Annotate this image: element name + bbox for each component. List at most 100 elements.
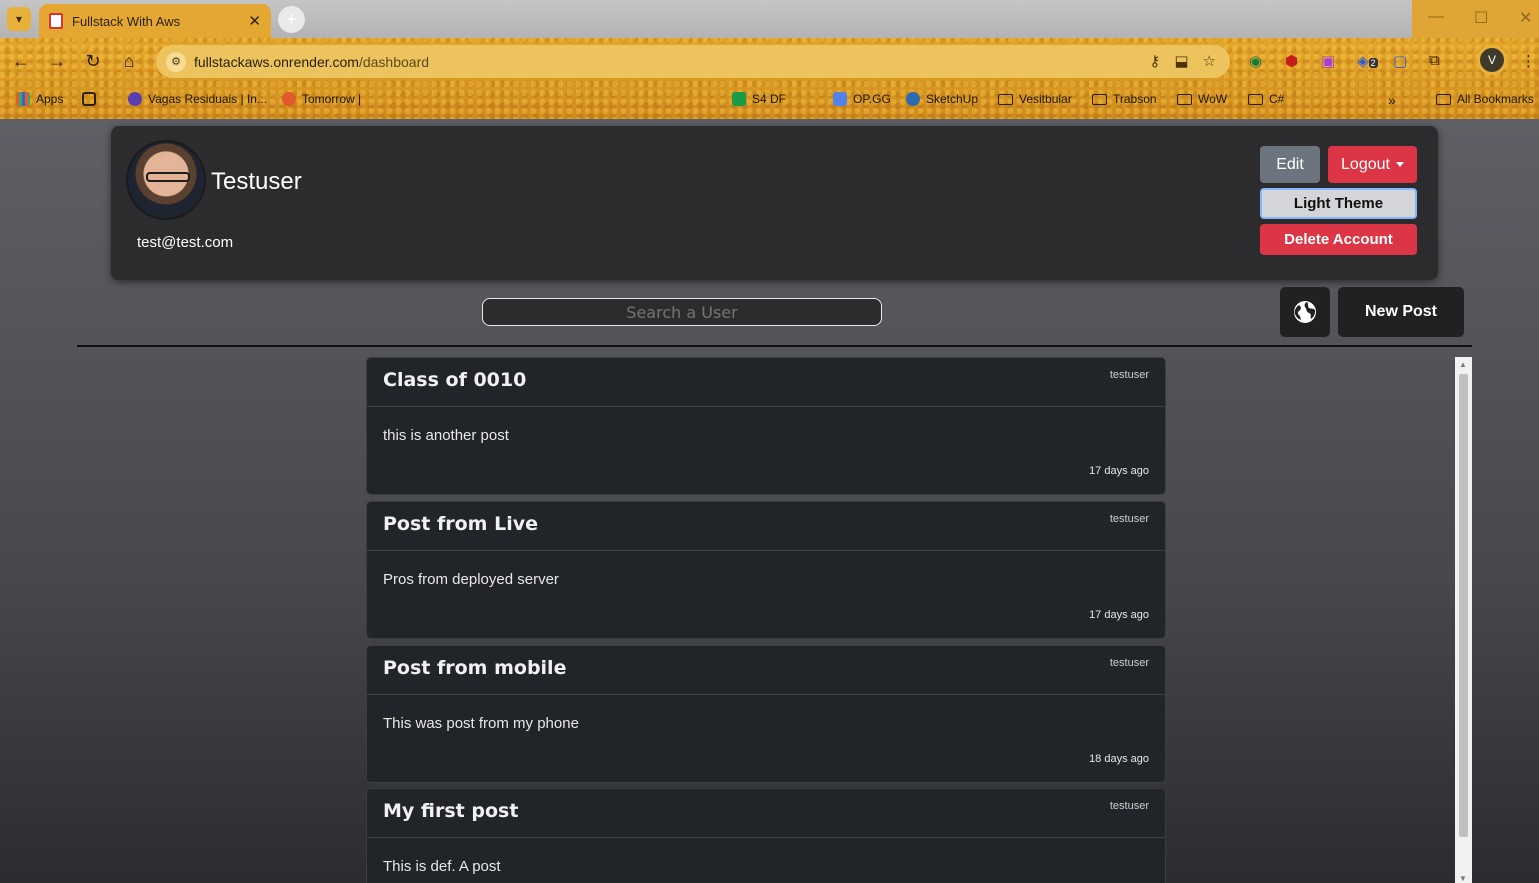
post-author[interactable]: testuser (1110, 369, 1149, 381)
feed-scrollbar[interactable]: ▲ ▼ (1455, 357, 1472, 883)
dashboard-page: Testuser test@test.com Edit Logout Light… (0, 119, 1539, 883)
adblock-extension-icon[interactable]: ⬢ (1285, 52, 1298, 70)
grammarly-extension-icon[interactable]: ◉ (1249, 52, 1262, 70)
bookmark-tomorrow[interactable]: Tomorrow | (282, 92, 361, 106)
profile-name: Testuser (211, 168, 302, 195)
home-icon[interactable]: ⌂ (118, 51, 140, 72)
global-feed-button[interactable] (1280, 287, 1330, 337)
folder-icon (1248, 93, 1263, 105)
tab-favicon-icon (49, 13, 63, 29)
profile-avatar[interactable]: V (1477, 45, 1507, 75)
folder-icon (1436, 93, 1451, 105)
post-card[interactable]: My first post testuser This is def. A po… (366, 788, 1166, 883)
extension-badge: 2 (1368, 58, 1378, 68)
reload-icon[interactable]: ↻ (82, 51, 104, 72)
profile-email: test@test.com (137, 234, 234, 251)
bookmark-s4df[interactable]: S4 DF (732, 92, 786, 106)
post-time: 18 days ago (1089, 753, 1149, 765)
post-body: this is another post (383, 427, 509, 444)
edit-button[interactable]: Edit (1260, 146, 1320, 183)
post-card[interactable]: Class of 0010 testuser this is another p… (366, 357, 1166, 495)
new-tab-button[interactable]: + (278, 6, 305, 33)
site-favicon-icon (833, 92, 847, 106)
bookmark-vagas[interactable]: Vagas Residuais | In... (128, 92, 267, 106)
post-header: Post from mobile testuser (367, 646, 1165, 695)
more-bookmarks-chevron-icon[interactable]: » (1388, 92, 1396, 108)
post-author[interactable]: testuser (1110, 513, 1149, 525)
post-body: Pros from deployed server (383, 571, 559, 588)
bookmark-star-icon[interactable]: ☆ (1203, 52, 1216, 70)
bookmark-label: Vagas Residuais | In... (148, 92, 267, 106)
bookmark-opgg[interactable]: OP.GG (833, 92, 891, 106)
post-title: Post from Live (383, 513, 538, 535)
browser-menu-icon[interactable]: ⋮ (1521, 52, 1536, 70)
bookmark-folder-all[interactable]: All Bookmarks (1436, 92, 1534, 106)
post-title: Post from mobile (383, 657, 567, 679)
light-theme-button[interactable]: Light Theme (1260, 188, 1417, 219)
delete-account-button[interactable]: Delete Account (1260, 224, 1417, 255)
bookmark-folder-trabson[interactable]: Trabson (1092, 92, 1157, 106)
address-bar-icons: ⚷ ⬓ ☆ (1149, 52, 1216, 70)
bookmark-label: Tomorrow | (302, 92, 362, 106)
caret-down-icon (1395, 162, 1404, 167)
logout-dropdown-button[interactable]: Logout (1328, 146, 1417, 183)
scroll-up-icon[interactable]: ▲ (1459, 360, 1467, 369)
post-card[interactable]: Post from mobile testuser This was post … (366, 645, 1166, 783)
bookmark-sketchup[interactable]: SketchUp (906, 92, 978, 106)
site-info-icon[interactable]: ⚙ (166, 51, 186, 72)
twitch-extension-icon[interactable]: ▣ (1321, 52, 1335, 70)
post-time: 17 days ago (1089, 465, 1149, 477)
bookmark-label: OP.GG (853, 92, 891, 106)
avatar-glasses (146, 172, 190, 182)
maximize-icon[interactable]: ☐ (1474, 8, 1488, 28)
scroll-down-icon[interactable]: ▼ (1459, 874, 1467, 883)
folder-icon (998, 93, 1013, 105)
search-user-input[interactable] (482, 298, 882, 326)
bookmark-label: WoW (1198, 92, 1228, 106)
install-app-icon[interactable]: ⬓ (1174, 52, 1188, 70)
post-body: This is def. A post (383, 858, 501, 875)
divider (77, 345, 1472, 347)
browser-chrome: ▾ Fullstack With Aws ✕ + — ☐ ✕ ← → ↻ ⌂ ⚙… (0, 0, 1539, 193)
post-author[interactable]: testuser (1110, 800, 1149, 812)
profile-card: Testuser test@test.com Edit Logout Light… (111, 126, 1438, 280)
tab-close-icon[interactable]: ✕ (248, 12, 261, 30)
post-author[interactable]: testuser (1110, 657, 1149, 669)
bookmark-label: C# (1269, 92, 1285, 106)
bookmark-label: S4 DF (752, 92, 787, 106)
post-title: My first post (383, 800, 519, 822)
back-icon[interactable]: ← (10, 51, 32, 72)
scrollbar-thumb[interactable] (1459, 374, 1468, 837)
url-text: fullstackaws.onrender.com/dashboard (194, 54, 429, 70)
post-card[interactable]: Post from Live testuser Pros from deploy… (366, 501, 1166, 639)
post-title: Class of 0010 (383, 369, 527, 391)
bookmark-label: All Bookmarks (1457, 92, 1534, 106)
folder-icon (1177, 93, 1192, 105)
bookmark-grid[interactable] (82, 92, 102, 106)
url-host: fullstackaws.onrender.com (194, 53, 359, 70)
navigation-bar: ← → ↻ ⌂ ⚙ fullstackaws.onrender.com/dash… (0, 38, 1539, 84)
minimize-icon[interactable]: — (1428, 8, 1444, 26)
bookmark-folder-wow[interactable]: WoW (1177, 92, 1227, 106)
address-bar[interactable]: ⚙ fullstackaws.onrender.com/dashboard ⚷ … (156, 45, 1230, 78)
extensions-puzzle-icon[interactable]: ⧉ (1429, 52, 1440, 69)
screen-capture-extension-icon[interactable]: ▢ (1393, 52, 1407, 70)
apps-grid-icon (16, 92, 30, 106)
site-favicon-icon (732, 92, 746, 106)
bookmark-label: Vesitbular (1019, 92, 1072, 106)
bookmark-label: SketchUp (926, 92, 979, 106)
key-icon[interactable]: ⚷ (1149, 52, 1160, 70)
new-post-button[interactable]: New Post (1338, 287, 1464, 337)
post-header: Post from Live testuser (367, 502, 1165, 551)
grid-icon (82, 92, 96, 106)
bookmark-folder-vesitbular[interactable]: Vesitbular (998, 92, 1072, 106)
tab-search-chevron-icon[interactable]: ▾ (7, 7, 31, 31)
bookmark-apps[interactable]: Apps (16, 92, 63, 106)
active-tab[interactable]: Fullstack With Aws ✕ (39, 4, 271, 38)
extension-icon[interactable]: ◈ 2 (1357, 52, 1378, 70)
bookmark-folder-csharp[interactable]: C# (1248, 92, 1284, 106)
window-close-icon[interactable]: ✕ (1519, 8, 1532, 28)
user-avatar (126, 140, 206, 220)
bookmarks-bar: Apps Vagas Residuais | In... Tomorrow | … (0, 86, 1539, 193)
forward-icon[interactable]: → (46, 51, 68, 72)
